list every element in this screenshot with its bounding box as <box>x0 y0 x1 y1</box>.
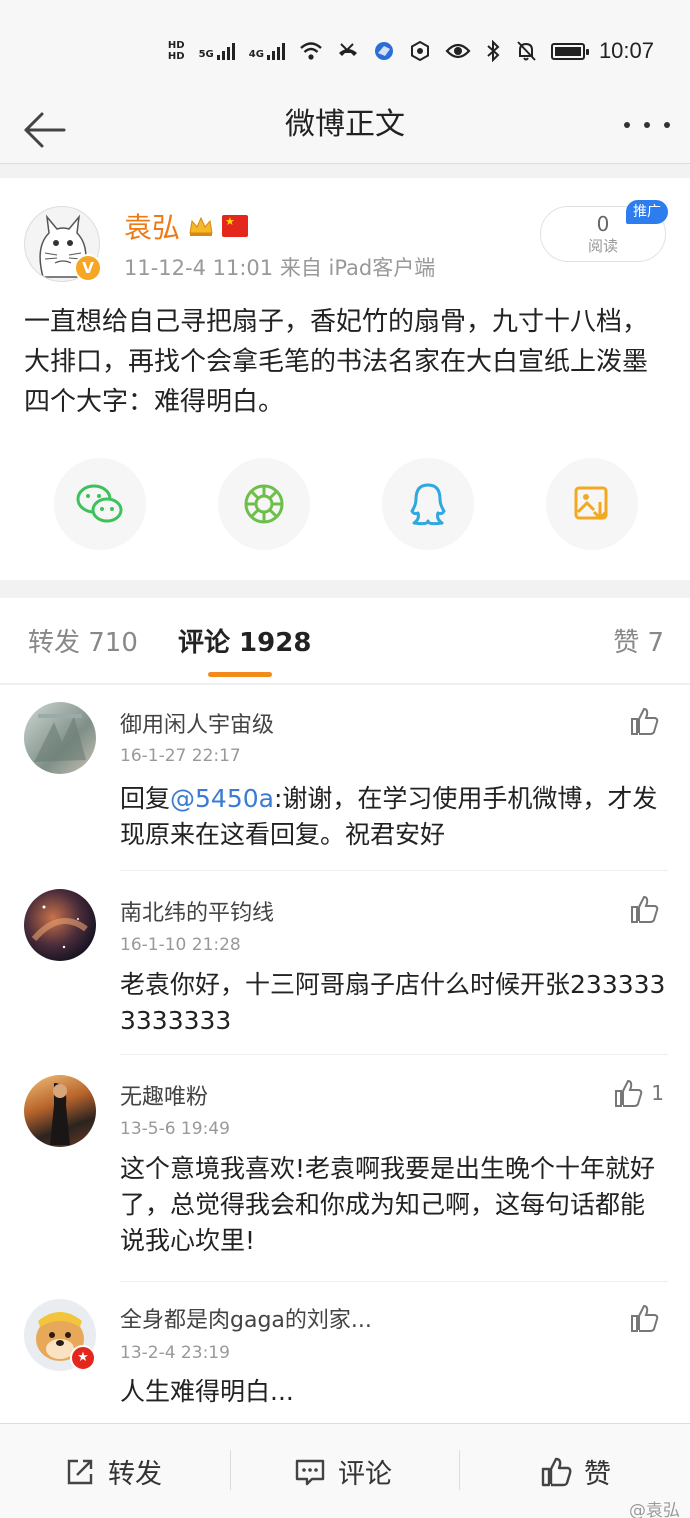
bluetooth-icon <box>487 40 500 62</box>
nav-header: 微博正文 <box>0 96 690 164</box>
author-name[interactable]: 袁弘 <box>124 206 180 246</box>
like-button[interactable]: 赞 <box>540 1424 611 1518</box>
divider <box>459 1450 460 1490</box>
comment-item: ★ 全身都是肉gaga的刘家... 13-2-4 23:19 人生难得明白... <box>0 1282 690 1423</box>
battery-icon <box>550 42 589 60</box>
commenter-name[interactable]: 全身都是肉gaga的刘家... <box>120 1302 372 1334</box>
status-bar: HD HD 5G 4G 10:07 <box>0 0 690 96</box>
share-row <box>0 458 690 550</box>
save-image-button[interactable] <box>546 458 638 550</box>
comment-icon <box>295 1459 325 1485</box>
eye-icon <box>445 43 471 59</box>
comment-item: 南北纬的平钧线 16-1-10 21:28 老袁你好，十三阿哥扇子店什么时候开张… <box>0 871 690 1055</box>
comment-text: 这个意境我喜欢!老袁啊我要是出生晚个十年就好了，总觉得我会和你成为知己啊，这每句… <box>120 1154 656 1255</box>
signal-5g-icon: 5G <box>199 42 235 60</box>
like-icon[interactable] <box>612 1077 644 1109</box>
repost-icon <box>67 1459 93 1484</box>
mute-bell-icon <box>517 41 536 61</box>
missed-call-icon <box>338 43 357 56</box>
member-badge-icon: ★ <box>70 1345 96 1371</box>
comment-time: 16-1-27 22:17 <box>120 746 241 766</box>
signal-4g-icon: 4G <box>249 42 285 60</box>
commenter-name[interactable]: 无趣唯粉 <box>120 1079 208 1111</box>
commenter-avatar[interactable] <box>24 889 96 961</box>
repost-button[interactable]: 转发 <box>64 1424 162 1518</box>
page-title: 微博正文 <box>285 107 405 142</box>
tab-repost[interactable]: 转发 710 <box>28 622 138 659</box>
verified-badge: V <box>74 254 102 282</box>
commenter-avatar[interactable] <box>24 1075 96 1147</box>
commenter-avatar[interactable] <box>24 702 96 774</box>
like-icon[interactable] <box>628 893 660 925</box>
like-count: 1 <box>651 1081 664 1105</box>
clock: 10:07 <box>598 38 654 63</box>
share-wechat-button[interactable] <box>54 458 146 550</box>
more-options-icon[interactable] <box>624 110 670 140</box>
share-qq-button[interactable] <box>382 458 474 550</box>
post-card: V 袁弘 11-12-4 11:01 来自 iPad客户端 0 阅读 推广 一直… <box>0 178 690 580</box>
promote-badge[interactable]: 推广 <box>626 200 668 224</box>
share-moments-button[interactable] <box>218 458 310 550</box>
mention-link[interactable]: @5450a <box>170 784 274 813</box>
like-icon[interactable] <box>628 1302 660 1334</box>
commenter-name[interactable]: 御用闲人宇宙级 <box>120 707 274 739</box>
tab-like[interactable]: 赞 7 <box>613 622 664 659</box>
tab-bar: 转发 710 评论 1928 赞 7 <box>0 598 690 684</box>
comment-text: 回复@5450a:谢谢，在学习使用手机微博，才发现原来在这看回复。祝君安好 <box>120 784 658 849</box>
commenter-name[interactable]: 南北纬的平钧线 <box>120 895 274 927</box>
post-meta: 11-12-4 11:01 来自 iPad客户端 <box>124 256 436 280</box>
hexagon-app-icon <box>410 40 429 62</box>
china-flag-icon <box>222 215 249 237</box>
hd-indicator: HD HD <box>167 40 185 62</box>
comment-time: 13-2-4 23:19 <box>120 1343 230 1363</box>
comment-item: 无趣唯粉 1 13-5-6 19:49 这个意境我喜欢!老袁啊我要是出生晚个十年… <box>0 1055 690 1282</box>
read-label: 阅读 <box>587 237 618 255</box>
thumbs-up-icon <box>541 1457 572 1486</box>
qq-icon <box>410 483 446 526</box>
wechat-icon <box>76 484 123 523</box>
browser-icon <box>374 42 393 60</box>
crown-icon <box>189 216 213 236</box>
weibo-watermark: @袁弘 <box>629 1501 680 1518</box>
comment-text: 老袁你好，十三阿哥扇子店什么时候开张2333333333333 <box>120 970 666 1035</box>
active-tab-indicator <box>208 672 272 677</box>
save-image-icon <box>574 486 608 521</box>
bottom-toolbar: 转发 评论 赞 <box>0 1423 690 1518</box>
comment-time: 13-5-6 19:49 <box>120 1119 230 1139</box>
comment-list: 御用闲人宇宙级 16-1-27 22:17 回复@5450a:谢谢，在学习使用手… <box>0 685 690 1423</box>
tab-comment[interactable]: 评论 1928 <box>178 622 311 659</box>
like-icon[interactable] <box>628 705 660 737</box>
moments-icon <box>244 484 284 524</box>
post-content: 一直想给自己寻把扇子，香妃竹的扇骨，九寸十八档，大排口，再找个会拿毛笔的书法名家… <box>24 307 649 417</box>
divider <box>230 1450 231 1490</box>
comment-button[interactable]: 评论 <box>294 1424 392 1518</box>
comment-text: 人生难得明白... <box>120 1377 294 1406</box>
comment-time: 16-1-10 21:28 <box>120 935 241 955</box>
author-name-row: 袁弘 <box>124 206 249 246</box>
comment-item: 御用闲人宇宙级 16-1-27 22:17 回复@5450a:谢谢，在学习使用手… <box>0 685 690 871</box>
wifi-icon <box>300 42 322 60</box>
